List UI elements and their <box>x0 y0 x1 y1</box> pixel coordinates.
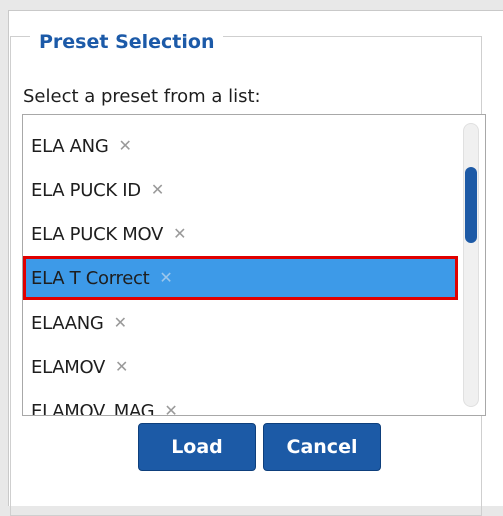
remove-icon[interactable]: ✕ <box>118 138 131 154</box>
preset-label: ELAMOV <box>31 356 106 378</box>
preset-listbox[interactable]: ELA ANG ✕ ELA PUCK ID ✕ ELA PUCK MOV ✕ E… <box>22 114 486 416</box>
preset-list-item[interactable]: ELA PUCK ID ✕ <box>23 168 458 212</box>
preset-label: ELA ANG <box>31 135 109 157</box>
list-scrollbar[interactable] <box>463 123 479 407</box>
preset-label: ELAMOV_MAG <box>31 400 155 416</box>
preset-label: ELA T Correct <box>31 267 150 289</box>
scrollbar-thumb[interactable] <box>465 167 477 243</box>
preset-label: ELA PUCK MOV <box>31 223 164 245</box>
preset-list-item[interactable]: ELA PUCK MOV ✕ <box>23 212 458 256</box>
fieldset-legend: Preset Selection <box>30 31 224 53</box>
remove-icon[interactable]: ✕ <box>115 359 128 375</box>
remove-icon[interactable]: ✕ <box>114 315 127 331</box>
preset-list-item[interactable]: ELAMOV_MAG ✕ <box>23 389 458 416</box>
load-button[interactable]: Load <box>138 423 256 471</box>
preset-label: ELA PUCK ID <box>31 179 141 201</box>
remove-icon[interactable]: ✕ <box>151 182 164 198</box>
remove-icon[interactable]: ✕ <box>173 226 186 242</box>
preset-label: ELAANG <box>31 312 104 334</box>
preset-list-item[interactable]: ELAMOV ✕ <box>23 345 458 389</box>
select-preset-prompt: Select a preset from a list: <box>23 86 261 107</box>
remove-icon[interactable]: ✕ <box>164 403 177 416</box>
cancel-button[interactable]: Cancel <box>263 423 381 471</box>
remove-icon[interactable]: ✕ <box>159 270 172 286</box>
preset-list-item[interactable]: ELA ANG ✕ <box>23 124 458 168</box>
preset-list-item-selected[interactable]: ELA T Correct ✕ <box>23 256 458 300</box>
preset-list-item[interactable]: ELAANG ✕ <box>23 301 458 345</box>
